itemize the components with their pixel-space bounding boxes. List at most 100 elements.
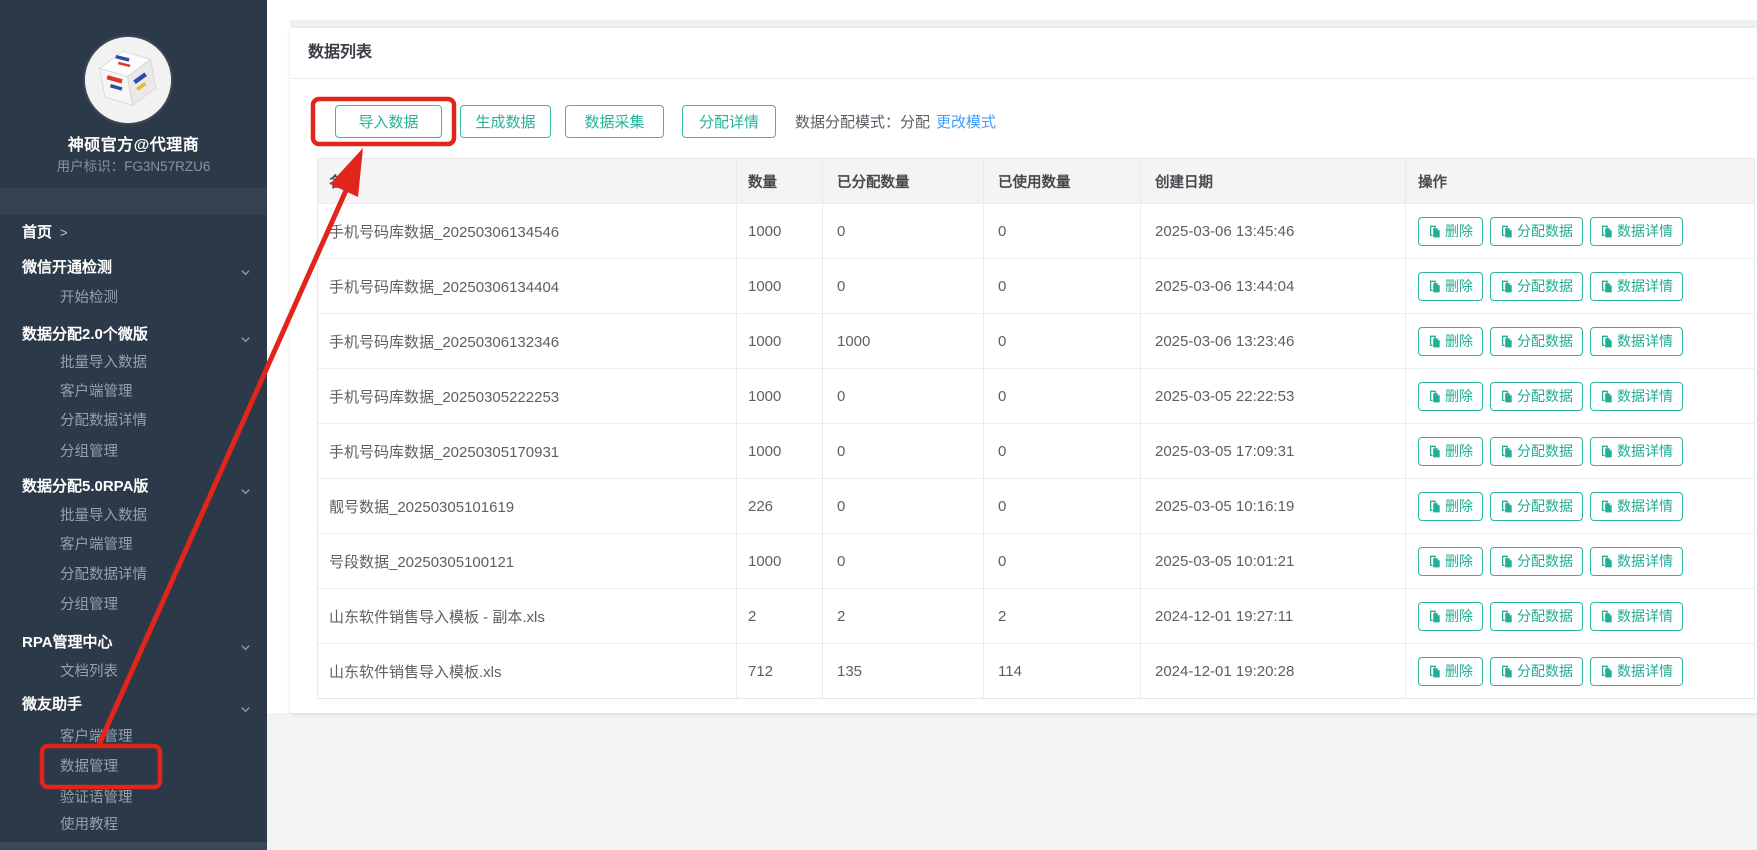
data-detail-button[interactable]: 数据详情 (1590, 271, 1683, 301)
table-header-row: 名称 数量 已分配数量 已使用数量 创建日期 操作 (318, 159, 1754, 203)
card-divider (291, 78, 1756, 79)
table-row: 号段数据_20250305100121 1000 0 0 2025-03-05 … (318, 533, 1754, 588)
copy-file-icon (1429, 225, 1440, 237)
row-qty: 1000 (737, 369, 823, 423)
row-name: 手机号码库数据_20250306132346 (318, 314, 737, 368)
allocate-data-button[interactable]: 分配数据 (1490, 326, 1583, 356)
data-detail-button[interactable]: 数据详情 (1590, 656, 1683, 686)
table-row: 手机号码库数据_20250305222253 1000 0 0 2025-03-… (318, 368, 1754, 423)
data-detail-button[interactable]: 数据详情 (1590, 436, 1683, 466)
data-detail-button[interactable]: 数据详情 (1590, 381, 1683, 411)
allocate-data-button[interactable]: 分配数据 (1490, 601, 1583, 631)
copy-file-icon (1601, 280, 1612, 292)
allocate-data-button[interactable]: 分配数据 (1490, 656, 1583, 686)
sidebar-item-alloc-detail-5[interactable]: 分配数据详情 (0, 563, 267, 587)
mode-value: 分配 (900, 114, 931, 131)
alloc-detail-button[interactable]: 分配详情 (682, 105, 776, 138)
header-allocated: 已分配数量 (823, 159, 984, 203)
sidebar-item-client-mgmt-5[interactable]: 客户端管理 (0, 533, 267, 557)
mode-label: 数据分配模式： (795, 114, 901, 131)
table-row: 手机号码库数据_20250306132346 1000 1000 0 2025-… (318, 313, 1754, 368)
page-title: 数据列表 (308, 44, 373, 61)
copy-file-icon (1601, 390, 1612, 402)
row-name: 山东软件销售导入模板.xls (318, 644, 737, 698)
avatar (85, 37, 171, 123)
import-data-button[interactable]: 导入数据 (335, 105, 442, 138)
sidebar-item-group-mgmt-5[interactable]: 分组管理 (0, 593, 267, 617)
data-detail-button[interactable]: 数据详情 (1590, 546, 1683, 576)
sidebar-item-data-alloc-2[interactable]: 数据分配2.0个微版 (0, 323, 267, 347)
sidebar-item-batch-import-5[interactable]: 批量导入数据 (0, 504, 267, 528)
row-used: 0 (984, 314, 1141, 368)
row-created: 2024-12-01 19:27:11 (1141, 589, 1406, 643)
copy-file-icon (1501, 500, 1512, 512)
data-detail-button[interactable]: 数据详情 (1590, 601, 1683, 631)
delete-button[interactable]: 删除 (1418, 656, 1483, 686)
allocate-data-button[interactable]: 分配数据 (1490, 381, 1583, 411)
sidebar-item-home[interactable]: 首页 > (0, 221, 267, 245)
sidebar-item-captcha-mgmt[interactable]: 验证语管理 (0, 786, 267, 810)
delete-button[interactable]: 删除 (1418, 216, 1483, 246)
change-mode-link[interactable]: 更改模式 (936, 111, 996, 132)
sidebar-item-group-mgmt-2[interactable]: 分组管理 (0, 440, 267, 464)
table-row: 手机号码库数据_20250306134546 1000 0 0 2025-03-… (318, 203, 1754, 258)
sidebar-item-rpa-center[interactable]: RPA管理中心 (0, 631, 267, 655)
row-created: 2025-03-06 13:44:04 (1141, 259, 1406, 313)
sidebar-item-start-check[interactable]: 开始检测 (0, 286, 267, 310)
sidebar-bottom-strip (0, 842, 267, 850)
delete-button[interactable]: 删除 (1418, 381, 1483, 411)
copy-file-icon (1501, 665, 1512, 677)
delete-button[interactable]: 删除 (1418, 271, 1483, 301)
row-allocated: 135 (823, 644, 984, 698)
delete-button[interactable]: 删除 (1418, 436, 1483, 466)
sidebar-item-tutorial[interactable]: 使用教程 (0, 813, 267, 837)
data-detail-button[interactable]: 数据详情 (1590, 216, 1683, 246)
row-qty: 1000 (737, 534, 823, 588)
page-background-bottom (267, 713, 1757, 850)
row-name: 靓号数据_20250305101619 (318, 479, 737, 533)
allocate-data-button[interactable]: 分配数据 (1490, 436, 1583, 466)
generate-data-button[interactable]: 生成数据 (460, 105, 551, 138)
sidebar-item-client-mgmt-wy[interactable]: 客户端管理 (0, 725, 267, 749)
sidebar-item-batch-import-2[interactable]: 批量导入数据 (0, 351, 267, 375)
row-allocated: 1000 (823, 314, 984, 368)
sidebar-item-weiyou-helper[interactable]: 微友助手 (0, 693, 267, 717)
row-qty: 1000 (737, 204, 823, 258)
sidebar-item-wechat-check[interactable]: 微信开通检测 (0, 256, 267, 280)
user-id: 用户标识：FG3N57RZU6 (56, 159, 211, 174)
allocate-data-button[interactable]: 分配数据 (1490, 216, 1583, 246)
row-used: 0 (984, 369, 1141, 423)
row-used: 0 (984, 259, 1141, 313)
allocation-mode: 数据分配模式： 分配 更改模式 (795, 105, 996, 138)
row-created: 2025-03-05 22:22:53 (1141, 369, 1406, 423)
allocate-data-button[interactable]: 分配数据 (1490, 546, 1583, 576)
row-used: 0 (984, 424, 1141, 478)
copy-file-icon (1501, 280, 1512, 292)
row-name: 号段数据_20250305100121 (318, 534, 737, 588)
sidebar-item-data-mgmt[interactable]: 数据管理 (0, 755, 267, 779)
data-detail-button[interactable]: 数据详情 (1590, 326, 1683, 356)
row-name: 手机号码库数据_20250305222253 (318, 369, 737, 423)
allocate-data-button[interactable]: 分配数据 (1490, 271, 1583, 301)
row-allocated: 0 (823, 424, 984, 478)
sidebar-item-data-alloc-5[interactable]: 数据分配5.0RPA版 (0, 475, 267, 499)
copy-file-icon (1429, 500, 1440, 512)
screen: 神硕官方@代理商 用户标识：FG3N57RZU6 首页 > 微信开通检测 开始检… (0, 0, 1757, 850)
copy-file-icon (1429, 335, 1440, 347)
chevron-down-icon (240, 329, 251, 353)
delete-button[interactable]: 删除 (1418, 601, 1483, 631)
sidebar-item-client-mgmt-2[interactable]: 客户端管理 (0, 380, 267, 404)
chevron-down-icon (240, 699, 251, 723)
sidebar-item-doc-list[interactable]: 文档列表 (0, 660, 267, 684)
data-detail-button[interactable]: 数据详情 (1590, 491, 1683, 521)
table-row: 手机号码库数据_20250305170931 1000 0 0 2025-03-… (318, 423, 1754, 478)
delete-button[interactable]: 删除 (1418, 546, 1483, 576)
row-used: 114 (984, 644, 1141, 698)
delete-button[interactable]: 删除 (1418, 326, 1483, 356)
sidebar-item-alloc-detail-2[interactable]: 分配数据详情 (0, 409, 267, 433)
copy-file-icon (1601, 665, 1612, 677)
copy-file-icon (1429, 555, 1440, 567)
allocate-data-button[interactable]: 分配数据 (1490, 491, 1583, 521)
delete-button[interactable]: 删除 (1418, 491, 1483, 521)
data-collect-button[interactable]: 数据采集 (565, 105, 664, 138)
